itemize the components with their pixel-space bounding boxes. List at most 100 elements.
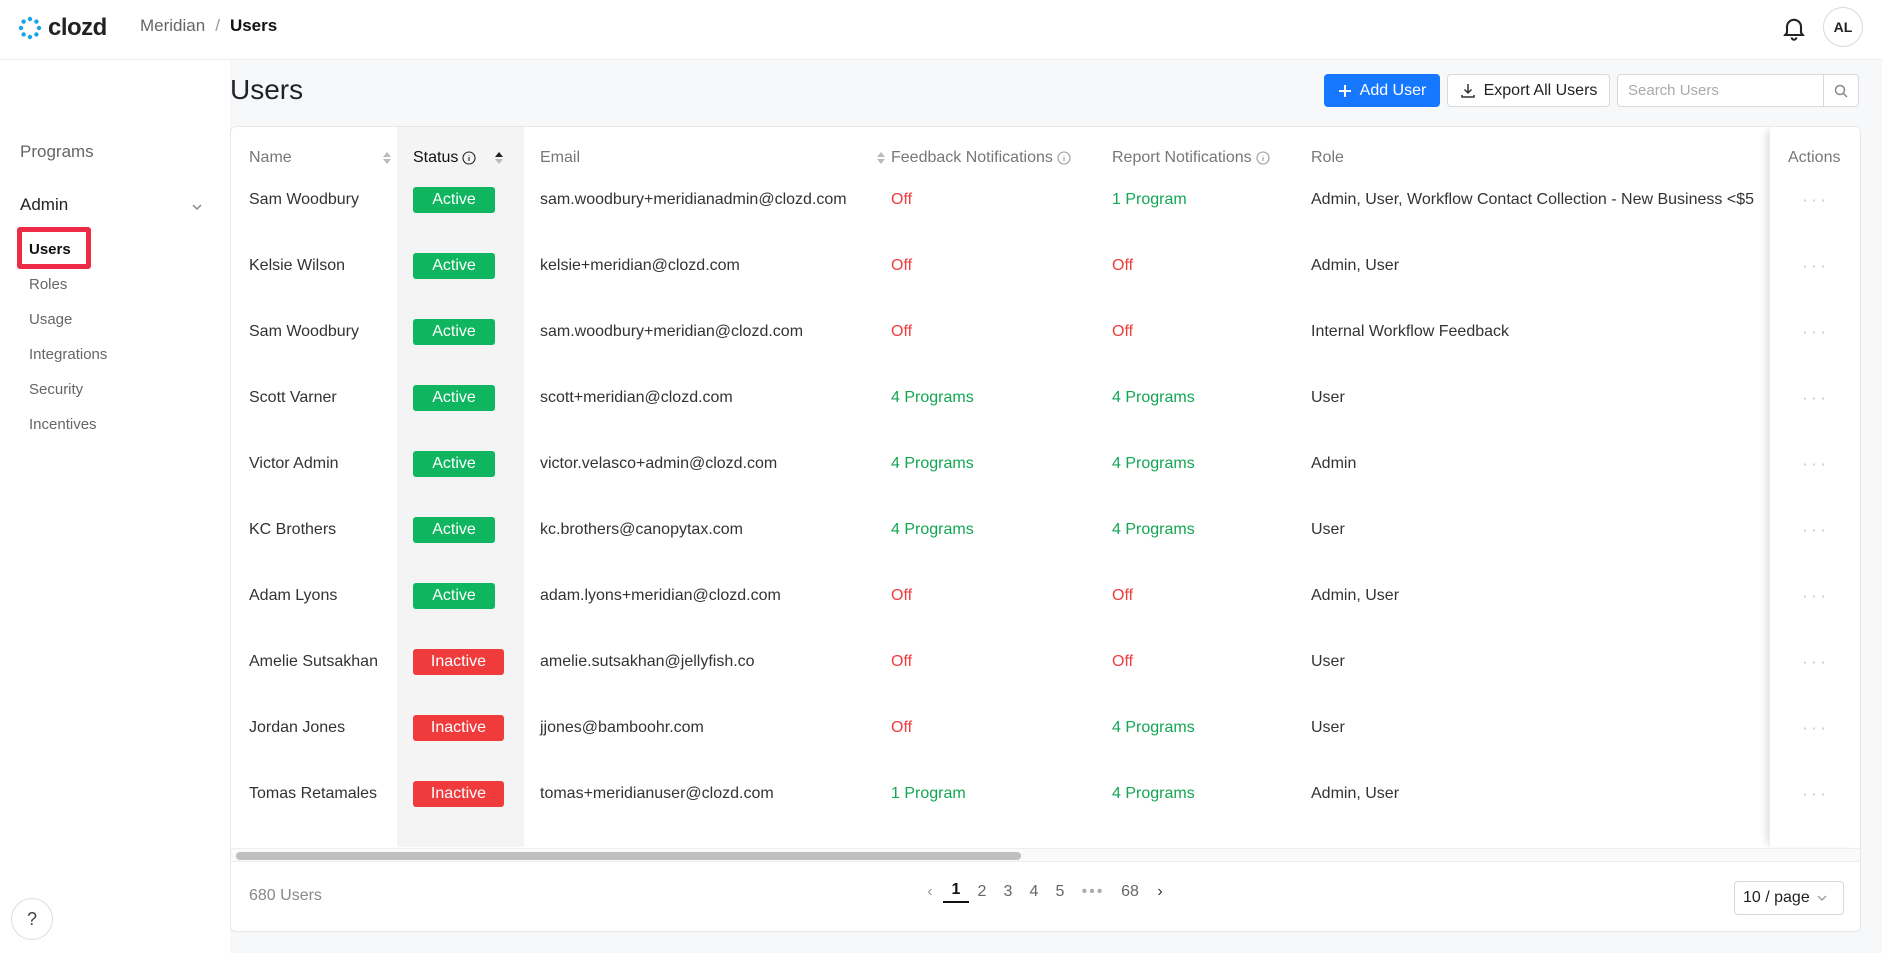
user-role: Admin xyxy=(1311,455,1357,472)
sidebar-item-roles[interactable]: Roles xyxy=(29,276,67,293)
plus-icon xyxy=(1338,84,1351,97)
sort-icon[interactable] xyxy=(382,151,392,165)
user-role: Admin, User xyxy=(1311,785,1400,802)
table-row[interactable]: Victor Admin Active victor.velasco+admin@c… xyxy=(231,431,1860,497)
more-actions-icon[interactable]: ··· xyxy=(1802,784,1829,805)
more-actions-icon[interactable]: ··· xyxy=(1802,718,1829,739)
scrollbar-thumb[interactable] xyxy=(236,852,1021,860)
actions-row: ··· xyxy=(1770,233,1860,299)
sidebar-item-incentives[interactable]: Incentives xyxy=(29,416,97,433)
actions-row: ··· xyxy=(1770,299,1860,365)
search-input[interactable] xyxy=(1617,74,1823,107)
bell-icon[interactable] xyxy=(1780,14,1808,42)
column-status-label: Status xyxy=(413,149,459,166)
feedback-notifications: Off xyxy=(891,653,913,670)
export-label: Export All Users xyxy=(1483,81,1598,99)
sort-ascending-icon[interactable] xyxy=(494,151,504,165)
more-actions-icon[interactable]: ··· xyxy=(1802,190,1829,211)
chevron-down-icon[interactable] xyxy=(190,200,204,214)
export-all-users-button[interactable]: Export All Users xyxy=(1447,74,1610,107)
more-actions-icon[interactable]: ··· xyxy=(1802,652,1829,673)
table-row[interactable]: Jordan Jones Inactive jjones@bamboohr.com O… xyxy=(231,695,1860,761)
status-cell: Active xyxy=(413,319,495,345)
page-2[interactable]: 2 xyxy=(969,883,995,901)
page-size-select[interactable]: 10 / page xyxy=(1734,881,1844,915)
status-badge: Active xyxy=(413,451,495,477)
user-role: User xyxy=(1311,389,1345,406)
table-row[interactable]: Kelsie Wilson Active kelsie+meridian@clozd… xyxy=(231,233,1860,299)
user-name: KC Brothers xyxy=(249,521,337,538)
user-role: Admin, User xyxy=(1311,257,1400,274)
search-button[interactable] xyxy=(1823,74,1859,107)
page-3[interactable]: 3 xyxy=(995,883,1021,901)
info-icon[interactable] xyxy=(1057,151,1071,165)
sidebar-admin[interactable]: Admin xyxy=(20,195,68,215)
page-title: Users xyxy=(230,74,304,105)
column-feedback-label: Feedback Notifications xyxy=(891,149,1053,166)
report-notifications: 4 Programs xyxy=(1112,455,1195,472)
table-row[interactable]: Adam Lyons Active adam.lyons+meridian@cloz… xyxy=(231,563,1860,629)
page-last[interactable]: 68 xyxy=(1113,883,1147,901)
user-name: Adam Lyons xyxy=(249,587,338,604)
report-notifications: 4 Programs xyxy=(1112,389,1195,406)
more-actions-icon[interactable]: ··· xyxy=(1802,586,1829,607)
breadcrumb: Meridian / Users xyxy=(140,16,277,36)
page-1[interactable]: 1 xyxy=(943,881,969,903)
table-row[interactable]: Sam Woodbury Active sam.woodbury+meridian@… xyxy=(231,299,1860,365)
sort-icon[interactable] xyxy=(876,151,886,165)
actions-row: ··· xyxy=(1770,365,1860,431)
column-header-name[interactable]: Name xyxy=(249,149,392,167)
chevron-down-icon xyxy=(1817,895,1827,901)
status-cell: Active xyxy=(413,385,495,411)
status-cell: Active xyxy=(413,517,495,543)
breadcrumb-parent[interactable]: Meridian xyxy=(140,16,205,36)
more-actions-icon[interactable]: ··· xyxy=(1802,520,1829,541)
breadcrumb-separator: / xyxy=(215,16,220,35)
more-actions-icon[interactable]: ··· xyxy=(1802,322,1829,343)
status-cell: Active xyxy=(413,187,495,213)
table-row[interactable]: Sam Woodbury Active sam.woodbury+meridiana… xyxy=(231,167,1860,233)
info-icon[interactable] xyxy=(462,151,476,165)
column-role-label: Role xyxy=(1311,149,1344,166)
prev-page-icon[interactable]: ‹ xyxy=(917,883,943,901)
feedback-notifications: 4 Programs xyxy=(891,389,974,406)
status-badge: Active xyxy=(413,253,495,279)
report-notifications: 1 Program xyxy=(1112,191,1187,208)
user-email: scott+meridian@clozd.com xyxy=(540,389,733,406)
status-cell: Inactive xyxy=(413,715,504,741)
table-row[interactable]: Amelie Sutsakhan Inactive amelie.sutsakhan… xyxy=(231,629,1860,695)
horizontal-scrollbar[interactable] xyxy=(231,848,1860,862)
sidebar-item-security[interactable]: Security xyxy=(29,381,83,398)
next-page-icon[interactable]: › xyxy=(1147,883,1173,901)
report-notifications: Off xyxy=(1112,587,1134,604)
info-icon[interactable] xyxy=(1256,151,1270,165)
actions-row: ··· xyxy=(1770,563,1860,629)
report-notifications: 4 Programs xyxy=(1112,719,1195,736)
sidebar-programs[interactable]: Programs xyxy=(20,142,94,162)
pagination: ‹ 1 2 3 4 5 ••• 68 › xyxy=(917,881,1173,903)
table-row[interactable]: Scott Varner Active scott+meridian@clozd.c… xyxy=(231,365,1860,431)
feedback-notifications: 4 Programs xyxy=(891,521,974,538)
breadcrumb-current: Users xyxy=(229,16,278,35)
sidebar-item-users[interactable]: Users xyxy=(29,241,71,258)
sidebar-item-usage[interactable]: Usage xyxy=(29,311,72,328)
feedback-notifications: Off xyxy=(891,719,913,736)
more-actions-icon[interactable]: ··· xyxy=(1802,388,1829,409)
column-header-email[interactable]: Email xyxy=(540,149,886,167)
column-header-status[interactable]: Status xyxy=(413,149,504,167)
page-5[interactable]: 5 xyxy=(1047,883,1073,901)
more-actions-icon[interactable]: ··· xyxy=(1802,454,1829,475)
avatar[interactable]: AL xyxy=(1823,7,1863,47)
actions-row: ··· xyxy=(1770,167,1860,233)
actions-row: ··· xyxy=(1770,497,1860,563)
more-actions-icon[interactable]: ··· xyxy=(1802,256,1829,277)
help-button[interactable]: ? xyxy=(11,898,53,940)
page-ellipsis[interactable]: ••• xyxy=(1073,883,1113,901)
table-row[interactable]: KC Brothers Active kc.brothers@canopytax.c… xyxy=(231,497,1860,563)
add-user-button[interactable]: Add User xyxy=(1324,74,1440,107)
sidebar-item-integrations[interactable]: Integrations xyxy=(29,346,107,363)
page-4[interactable]: 4 xyxy=(1021,883,1047,901)
clozd-logo[interactable]: clozd xyxy=(18,14,107,42)
table-row[interactable]: Tomas Retamales Inactive tomas+meridianuse… xyxy=(231,761,1860,827)
column-email-label: Email xyxy=(540,149,581,166)
